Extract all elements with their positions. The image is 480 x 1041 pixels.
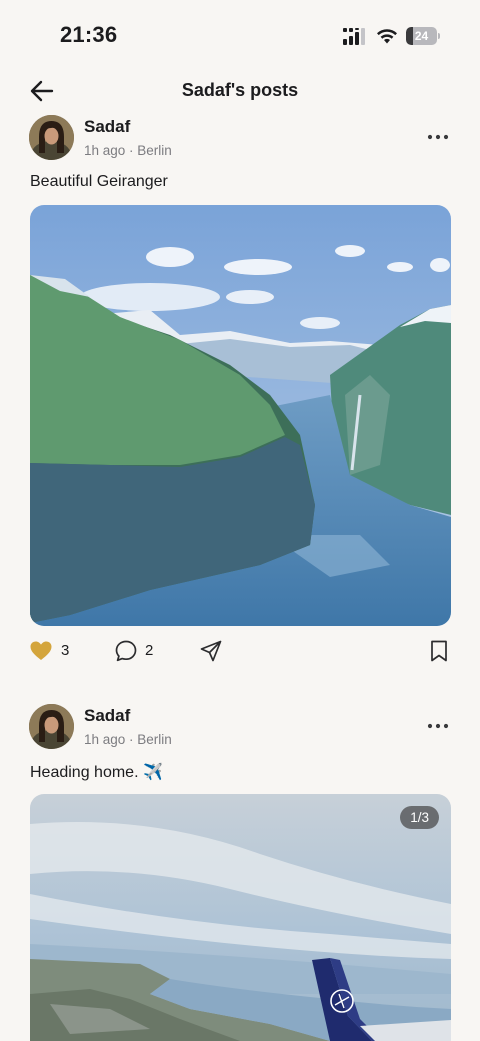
post-actions: 3 2 (0, 639, 480, 669)
comment-icon[interactable] (114, 639, 138, 663)
header: Sadaf's posts (0, 70, 480, 112)
image-page-indicator: 1/3 (400, 806, 439, 829)
author-name[interactable]: Sadaf (84, 706, 130, 726)
post-card: Sadaf 1h ago · Berlin Beautiful Geirange… (0, 115, 480, 675)
avatar[interactable] (29, 115, 74, 160)
post-image[interactable] (30, 205, 451, 626)
battery-indicator: 24 (406, 27, 440, 45)
more-options-icon[interactable] (426, 129, 450, 145)
avatar[interactable] (29, 704, 74, 749)
post-image[interactable]: 1/3 (30, 794, 451, 1041)
heart-icon[interactable] (29, 639, 53, 663)
author-name[interactable]: Sadaf (84, 117, 130, 137)
more-options-icon[interactable] (426, 718, 450, 734)
wifi-icon (377, 29, 397, 44)
status-time: 21:36 (60, 22, 118, 47)
post-meta: 1h ago · Berlin (84, 732, 172, 747)
comment-count: 2 (145, 642, 154, 659)
fjord-photo (30, 205, 451, 626)
post-meta: 1h ago · Berlin (84, 143, 172, 158)
post-caption: Beautiful Geiranger (30, 173, 168, 190)
avatar-image (29, 704, 74, 749)
post-caption: Heading home. ✈️ (30, 764, 163, 781)
page-title: Sadaf's posts (181, 80, 299, 100)
like-count: 3 (61, 642, 70, 659)
cellular-signal-icon (343, 28, 365, 45)
status-bar: 21:36 24 (0, 0, 480, 66)
avatar-image (29, 115, 74, 160)
send-icon[interactable] (199, 639, 223, 663)
airplane-window-photo (30, 794, 451, 1041)
post-card: Sadaf 1h ago · Berlin Heading home. ✈️ 1… (0, 704, 480, 1041)
bookmark-icon[interactable] (428, 639, 450, 663)
battery-level: 24 (414, 29, 429, 43)
